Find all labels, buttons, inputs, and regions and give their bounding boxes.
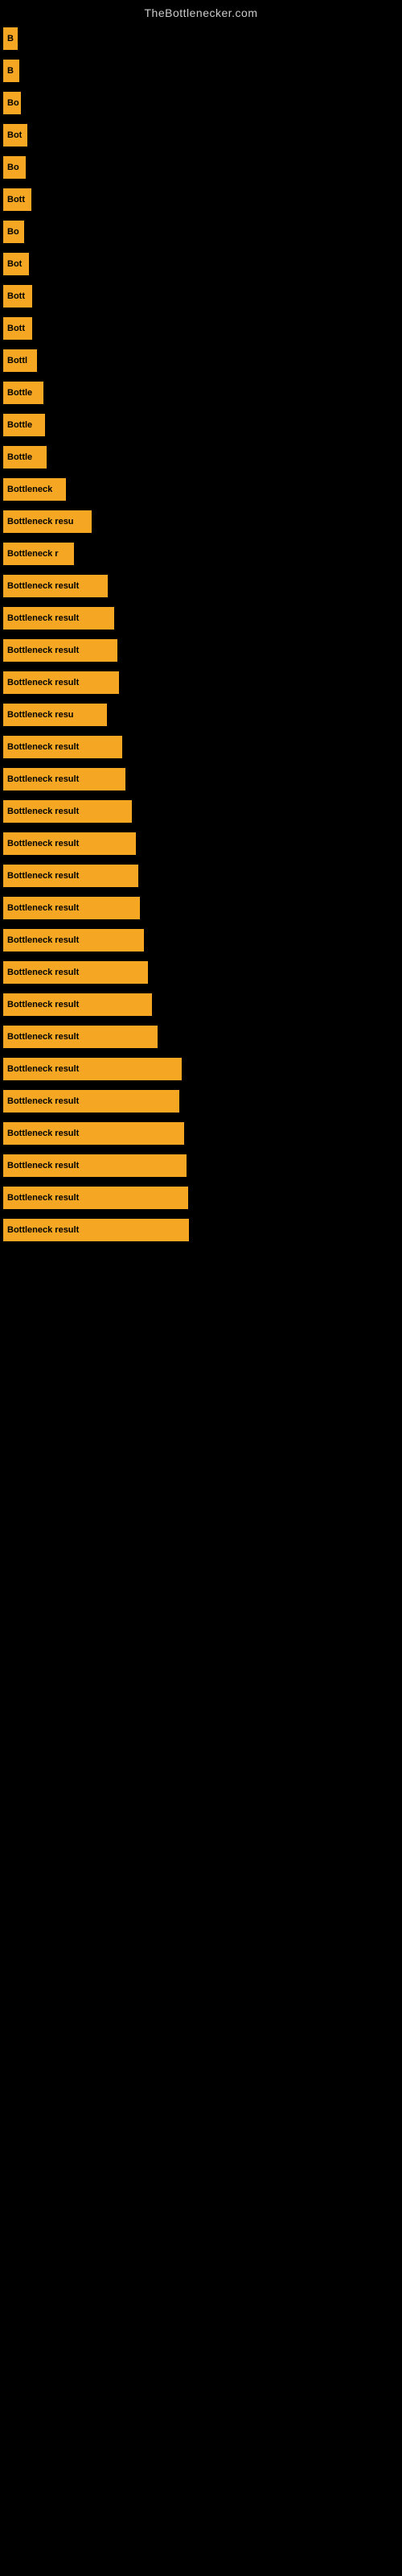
bar-label: Bottleneck result: [3, 1219, 189, 1241]
bar-row: Bo: [0, 216, 402, 248]
bar-row: Bottl: [0, 345, 402, 377]
bar-row: Bottleneck result: [0, 1021, 402, 1053]
bar-label: Bottleneck result: [3, 1058, 182, 1080]
bar-row: Bottleneck result: [0, 1085, 402, 1117]
bar-label: Bott: [3, 285, 32, 308]
site-title: TheBottlenecker.com: [0, 0, 402, 23]
bar-row: Bottleneck r: [0, 538, 402, 570]
bar-label: Bott: [3, 317, 32, 340]
bar-label: Bottleneck result: [3, 993, 152, 1016]
bar-row: Bo: [0, 87, 402, 119]
bar-label: Bottleneck result: [3, 671, 119, 694]
bar-row: Bo: [0, 151, 402, 184]
bar-row: Bottleneck result: [0, 1117, 402, 1150]
bar-row: Bottleneck result: [0, 602, 402, 634]
bar-row: Bottleneck result: [0, 924, 402, 956]
bar-label: Bottleneck result: [3, 1090, 179, 1113]
bar-label: Bo: [3, 221, 24, 243]
bar-row: Bottleneck result: [0, 1214, 402, 1246]
bar-label: Bottle: [3, 414, 45, 436]
bar-label: Bottleneck result: [3, 1154, 187, 1177]
bar-label: Bottleneck result: [3, 1187, 188, 1209]
bar-label: Bottleneck result: [3, 800, 132, 823]
bar-label: Bott: [3, 188, 31, 211]
bar-row: Bottleneck result: [0, 828, 402, 860]
bar-label: Bottleneck result: [3, 1026, 158, 1048]
bar-row: Bottleneck result: [0, 667, 402, 699]
bar-label: Bot: [3, 253, 29, 275]
bar-row: Bott: [0, 312, 402, 345]
bar-label: Bot: [3, 124, 27, 147]
bar-row: Bottleneck result: [0, 1182, 402, 1214]
bar-label: Bottle: [3, 446, 47, 469]
bar-label: Bottle: [3, 382, 43, 404]
bar-label: Bottleneck resu: [3, 510, 92, 533]
bar-row: Bot: [0, 119, 402, 151]
bar-label: Bottleneck resu: [3, 704, 107, 726]
bar-row: Bottleneck result: [0, 570, 402, 602]
bar-label: Bo: [3, 156, 26, 179]
bar-row: Bott: [0, 280, 402, 312]
bar-row: Bot: [0, 248, 402, 280]
bar-row: Bottleneck: [0, 473, 402, 506]
bar-label: B: [3, 27, 18, 50]
bar-row: B: [0, 23, 402, 55]
bar-row: Bottleneck result: [0, 860, 402, 892]
bar-row: Bottle: [0, 377, 402, 409]
bar-row: Bottleneck result: [0, 1053, 402, 1085]
bar-label: Bottleneck result: [3, 832, 136, 855]
bar-row: Bottle: [0, 409, 402, 441]
bar-label: B: [3, 60, 19, 82]
bar-row: Bottleneck resu: [0, 699, 402, 731]
bar-row: Bottleneck result: [0, 795, 402, 828]
bar-label: Bottleneck result: [3, 897, 140, 919]
bar-row: Bottleneck result: [0, 989, 402, 1021]
bar-label: Bottleneck result: [3, 639, 117, 662]
bar-row: Bott: [0, 184, 402, 216]
bar-label: Bottleneck result: [3, 575, 108, 597]
bar-label: Bottleneck result: [3, 1122, 184, 1145]
bar-row: B: [0, 55, 402, 87]
bar-row: Bottleneck result: [0, 1150, 402, 1182]
bar-label: Bottleneck result: [3, 961, 148, 984]
bar-label: Bottleneck result: [3, 865, 138, 887]
bar-label: Bottleneck result: [3, 736, 122, 758]
bar-row: Bottleneck result: [0, 731, 402, 763]
bar-label: Bottleneck result: [3, 929, 144, 952]
bar-label: Bottleneck: [3, 478, 66, 501]
bar-label: Bottleneck r: [3, 543, 74, 565]
bar-row: Bottleneck result: [0, 956, 402, 989]
bar-row: Bottleneck result: [0, 892, 402, 924]
bar-label: Bottl: [3, 349, 37, 372]
bars-container: BB Bo Bot Bo Bott Bo Bot Bott Bott Bottl Bottle Bot…: [0, 23, 402, 1246]
bar-label: Bottleneck result: [3, 607, 114, 630]
bar-label: Bo: [3, 92, 21, 114]
bar-label: Bottleneck result: [3, 768, 125, 791]
bar-row: Bottleneck result: [0, 634, 402, 667]
bar-row: Bottleneck resu: [0, 506, 402, 538]
bar-row: Bottle: [0, 441, 402, 473]
bar-row: Bottleneck result: [0, 763, 402, 795]
